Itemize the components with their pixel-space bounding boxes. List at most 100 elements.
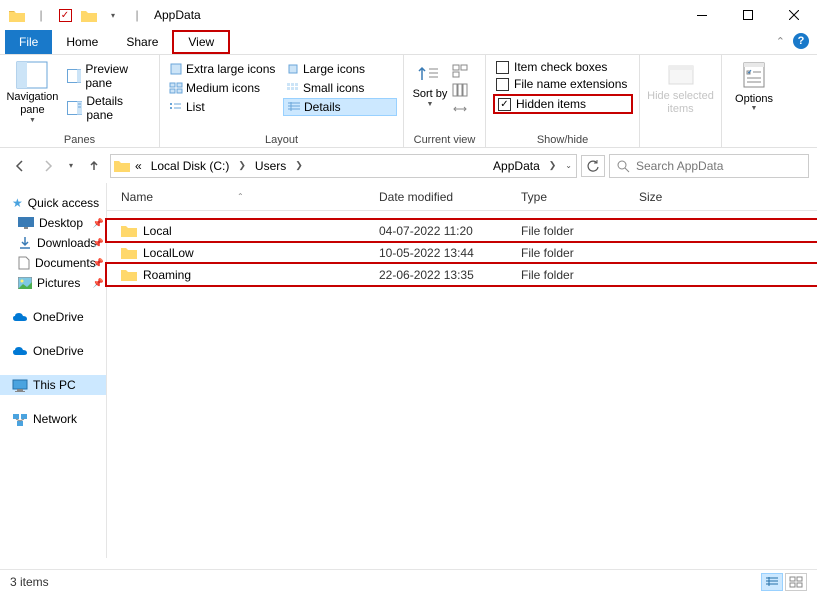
sort-by-button[interactable]: Sort by ▼ <box>410 60 450 118</box>
item-checkboxes-toggle[interactable]: Item check boxes <box>496 60 633 74</box>
column-type[interactable]: Type <box>515 190 633 204</box>
maximize-button[interactable] <box>725 0 771 30</box>
list-header: Name⌃ Date modified Type Size <box>107 183 817 211</box>
file-extensions-toggle[interactable]: File name extensions <box>496 77 633 91</box>
chevron-right-icon[interactable]: ❯ <box>291 160 307 171</box>
sidebar-downloads[interactable]: Downloads📌 <box>0 233 106 253</box>
qat-folder2-icon[interactable] <box>78 4 100 26</box>
sidebar-onedrive-2[interactable]: OneDrive <box>0 341 106 361</box>
view-mode-icons[interactable] <box>785 573 807 591</box>
ribbon: Navigation pane ▼ Preview pane Details p… <box>0 55 817 148</box>
content-area: ★Quick access Desktop📌 Downloads📌 Docume… <box>0 183 817 558</box>
refresh-button[interactable] <box>581 155 605 177</box>
column-size[interactable]: Size <box>633 190 713 204</box>
window-title: AppData <box>154 8 201 22</box>
breadcrumb-users[interactable]: Users <box>251 155 290 177</box>
column-date[interactable]: Date modified <box>373 190 515 204</box>
sidebar-network[interactable]: Network <box>0 409 106 429</box>
collapse-ribbon-icon[interactable]: ⌃ <box>776 35 785 48</box>
ribbon-group-options: Options ▼ <box>722 55 786 147</box>
size-columns-button[interactable] <box>450 100 470 118</box>
options-button[interactable]: Options ▼ <box>728 58 780 112</box>
close-button[interactable] <box>771 0 817 30</box>
hide-icon <box>665 60 697 90</box>
list-icon <box>169 101 183 113</box>
layout-small[interactable]: Small icons <box>283 79 397 97</box>
file-row-roaming[interactable]: Roaming 22-06-2022 13:35 File folder <box>107 264 817 285</box>
xl-icons-icon <box>169 63 183 75</box>
tab-home[interactable]: Home <box>52 30 112 54</box>
address-field[interactable]: « Local Disk (C:)❯ Users❯ AppData❯ ⌄ <box>110 154 577 178</box>
pin-icon: 📌 <box>93 278 104 289</box>
sidebar: ★Quick access Desktop📌 Downloads📌 Docume… <box>0 183 106 558</box>
view-mode-details[interactable] <box>761 573 783 591</box>
desktop-icon <box>18 217 34 229</box>
help-icon[interactable]: ? <box>793 33 809 49</box>
hidden-items-toggle[interactable]: ✓Hidden items <box>493 94 633 114</box>
ribbon-group-showhide: Item check boxes File name extensions ✓H… <box>486 55 640 147</box>
network-icon <box>12 413 28 426</box>
medium-icons-icon <box>169 82 183 94</box>
ribbon-group-panes: Navigation pane ▼ Preview pane Details p… <box>0 55 160 147</box>
file-row-local[interactable]: Local 04-07-2022 11:20 File folder <box>107 220 817 241</box>
add-columns-button[interactable] <box>450 81 470 99</box>
large-icons-icon <box>286 63 300 75</box>
qat-folder-icon[interactable] <box>6 4 28 26</box>
minimize-button[interactable] <box>679 0 725 30</box>
options-icon <box>738 60 770 90</box>
details-icon <box>287 101 301 113</box>
column-name[interactable]: Name⌃ <box>115 190 373 204</box>
chevron-right-icon[interactable]: ❯ <box>545 160 561 171</box>
forward-button[interactable] <box>36 154 60 178</box>
address-dropdown[interactable]: ⌄ <box>561 161 576 170</box>
ribbon-group-hide: Hide selected items <box>640 55 722 147</box>
layout-extra-large[interactable]: Extra large icons <box>166 60 280 78</box>
qat-separator: | <box>30 4 52 26</box>
titlebar: | ✓ ▾ | AppData <box>0 0 817 30</box>
sort-asc-icon: ⌃ <box>237 192 244 201</box>
folder-icon <box>121 268 137 281</box>
chevron-right-icon[interactable]: ❯ <box>234 160 250 171</box>
ribbon-tabs: File Home Share View ⌃ ? <box>0 30 817 55</box>
breadcrumb-cdisk[interactable]: Local Disk (C:) <box>147 155 234 177</box>
group-by-button[interactable] <box>450 62 470 80</box>
sidebar-this-pc[interactable]: This PC <box>0 375 106 395</box>
folder-icon <box>114 159 130 172</box>
layout-details[interactable]: Details <box>283 98 397 116</box>
download-icon <box>18 236 32 250</box>
layout-list[interactable]: List <box>166 98 280 116</box>
qat-dropdown-icon[interactable]: ▾ <box>102 4 124 26</box>
folder-icon <box>121 246 137 259</box>
small-icons-icon <box>286 82 300 94</box>
layout-medium[interactable]: Medium icons <box>166 79 280 97</box>
details-pane-button[interactable]: Details pane <box>65 93 153 123</box>
navigation-pane-icon <box>16 61 48 89</box>
sidebar-desktop[interactable]: Desktop📌 <box>0 213 106 233</box>
tab-file[interactable]: File <box>5 30 52 54</box>
breadcrumb-appdata[interactable]: AppData <box>489 155 544 177</box>
crumb-overflow[interactable]: « <box>131 155 146 177</box>
cloud-icon <box>12 312 28 323</box>
up-button[interactable] <box>82 154 106 178</box>
addressbar: ▾ « Local Disk (C:)❯ Users❯ AppData❯ ⌄ S… <box>0 148 817 183</box>
sidebar-documents[interactable]: Documents📌 <box>0 253 106 273</box>
checkbox-icon <box>496 61 509 74</box>
tab-view[interactable]: View <box>172 30 230 54</box>
qat-check-icon[interactable]: ✓ <box>54 4 76 26</box>
search-input[interactable]: Search AppData <box>609 154 809 178</box>
tab-share[interactable]: Share <box>112 30 172 54</box>
navigation-pane-button[interactable]: Navigation pane ▼ <box>6 58 59 124</box>
back-button[interactable] <box>8 154 32 178</box>
sidebar-onedrive-1[interactable]: OneDrive <box>0 307 106 327</box>
file-row-locallow[interactable]: LocalLow 10-05-2022 13:44 File folder <box>107 242 817 263</box>
recent-dropdown[interactable]: ▾ <box>64 154 78 178</box>
preview-pane-button[interactable]: Preview pane <box>65 61 153 91</box>
sidebar-quick-access[interactable]: ★Quick access <box>0 193 106 213</box>
qat-separator2: | <box>126 4 148 26</box>
file-list: Name⌃ Date modified Type Size Local 04-0… <box>106 183 817 558</box>
status-item-count: 3 items <box>10 575 49 589</box>
cloud-icon <box>12 346 28 357</box>
preview-pane-icon <box>67 69 81 83</box>
layout-large[interactable]: Large icons <box>283 60 397 78</box>
sidebar-pictures[interactable]: Pictures📌 <box>0 273 106 293</box>
